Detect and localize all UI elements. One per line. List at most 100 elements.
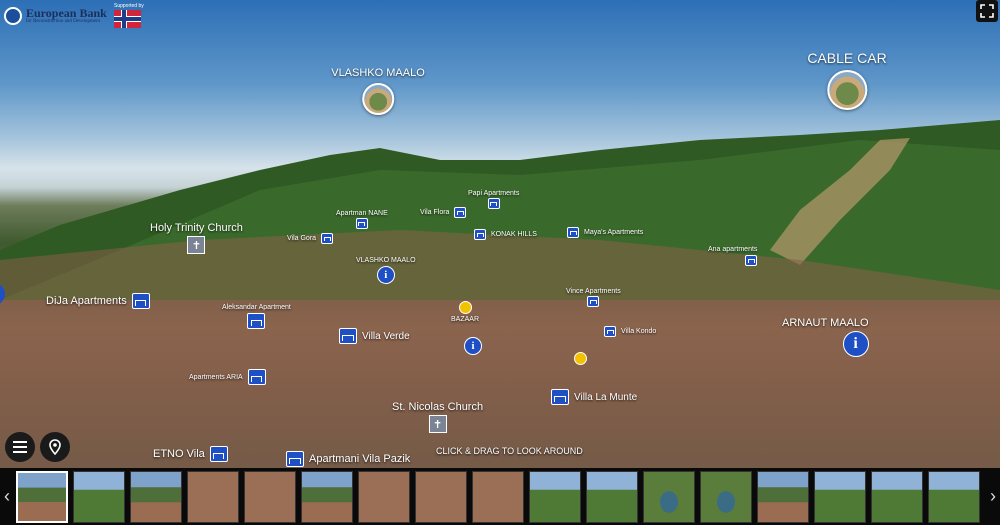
marker-label: Vila Flora [420, 209, 450, 216]
marker-label: Apartmani Vila Pazik [309, 453, 411, 465]
thumbnail-16[interactable] [928, 471, 980, 523]
thumbnail-bar: ‹ › [0, 468, 1000, 525]
location-pin-icon [49, 439, 61, 455]
hotel-icon [286, 451, 304, 467]
marker-label: Papi Apartments [468, 190, 520, 197]
thumbnail-14[interactable] [814, 471, 866, 523]
hotel-icon [587, 296, 600, 307]
thumbnail-strip[interactable] [16, 471, 984, 523]
bank-name: European Bank [26, 6, 107, 20]
thumbnail-9[interactable] [529, 471, 581, 523]
thumbnails-prev-button[interactable]: ‹ [0, 484, 14, 508]
church-icon: ✝ [428, 415, 447, 433]
thumbnail-12[interactable] [700, 471, 752, 523]
hotel-icon [474, 229, 486, 240]
marker-mayas-apartments[interactable]: Maya's Apartments [567, 227, 643, 238]
thumbnail-8[interactable] [472, 471, 524, 523]
marker-papi-apartments[interactable]: Papi Apartments [468, 190, 519, 209]
marker-arnaut-maalo[interactable]: ARNAUT MAALO i [782, 317, 869, 357]
thumbnails-next-button[interactable]: › [986, 484, 1000, 508]
hotel-icon [454, 207, 467, 218]
thumbnail-11[interactable] [643, 471, 695, 523]
hotel-icon [604, 326, 616, 337]
marker-label: Apartments ARIA [189, 373, 243, 381]
hotel-icon [355, 218, 368, 229]
marker-label: Villa Verde [362, 330, 410, 342]
marker-label: ARNAUT MAALO [782, 317, 869, 329]
hotel-icon [131, 293, 150, 309]
marker-aleksandar-apartment[interactable]: Aleksandar Apartment [222, 304, 291, 329]
marker-st-nicolas-church[interactable]: St. Nicolas Church ✝ [392, 401, 483, 433]
thumbnail-6[interactable] [358, 471, 410, 523]
marker-villa-verde[interactable]: Villa Verde [339, 328, 410, 344]
thumbnail-1[interactable] [73, 471, 125, 523]
hamburger-icon [13, 441, 27, 453]
marker-vila-flora[interactable]: Vila Flora [420, 207, 467, 218]
thumbnail-3[interactable] [187, 471, 239, 523]
thumbnail-10[interactable] [586, 471, 638, 523]
marker-villa-kondo[interactable]: Villa Kondo [604, 326, 656, 337]
marker-label: ETNO Vila [153, 448, 205, 460]
fullscreen-icon [980, 4, 994, 18]
marker-ana-apartments[interactable]: Ana apartments [708, 246, 758, 266]
ebrd-logo-icon [4, 7, 22, 25]
thumbnail-5[interactable] [301, 471, 353, 523]
hotspot-label: CABLE CAR [807, 50, 887, 66]
thumbnail-15[interactable] [871, 471, 923, 523]
marker-label: KONAK HILLS [491, 231, 537, 238]
hotel-icon [321, 233, 334, 244]
hotspot-label: VLASHKO MAALO [331, 67, 425, 79]
marker-label: Villa La Munte [574, 391, 638, 403]
menu-button[interactable] [5, 432, 35, 462]
hotel-icon [247, 313, 266, 329]
hotel-icon [551, 389, 569, 405]
marker-label: Holy Trinity Church [150, 222, 243, 234]
thumbnail-4[interactable] [244, 471, 296, 523]
marker-label: DiJa Apartments [46, 295, 127, 307]
fullscreen-button[interactable] [976, 0, 998, 22]
thumbnail-2[interactable] [130, 471, 182, 523]
info-icon: i [376, 266, 395, 284]
hotel-icon [487, 198, 500, 209]
marker-holy-trinity-church[interactable]: Holy Trinity Church ✝ [150, 222, 243, 254]
hotel-icon [209, 446, 228, 462]
supported-by-label: Supported by [114, 3, 144, 9]
walking-icon [458, 301, 472, 314]
panorama-view[interactable]: European Bank for Reconstruction and Dev… [0, 0, 1000, 468]
marker-apartmani-vila-pazik[interactable]: Apartmani Vila Pazik [286, 451, 410, 467]
hotel-icon [247, 369, 266, 385]
marker-label: BAZAAR [451, 316, 480, 323]
marker-label: Maya's Apartments [584, 229, 644, 236]
hotel-icon [339, 328, 357, 344]
norway-flag-icon [114, 10, 141, 28]
marker-label: Villa Kondo [621, 328, 657, 335]
ebrd-logo: European Bank for Reconstruction and Dev… [4, 7, 107, 25]
marker-label: VLASHKO MAALO [356, 257, 416, 264]
marker-villa-la-munte[interactable]: Villa La Munte [551, 389, 637, 405]
map-button[interactable] [40, 432, 70, 462]
hotspot-cable-car[interactable]: CABLE CAR [807, 50, 887, 110]
hotspot-vlashko-maalo[interactable]: VLASHKO MAALO [331, 67, 425, 115]
church-icon: ✝ [187, 236, 206, 254]
marker-etno-vila[interactable]: ETNO Vila [153, 446, 228, 462]
marker-vince-apartments[interactable]: Vince Apartments [566, 288, 621, 307]
info-icon: i [842, 331, 869, 357]
marker-apartments-aria[interactable]: Apartments ARIA [189, 369, 266, 385]
marker-label: St. Nicolas Church [392, 401, 484, 413]
marker-label: Vince Apartments [566, 288, 621, 295]
thumbnail-0[interactable] [16, 471, 68, 523]
marker-konak-hills[interactable]: KONAK HILLS [474, 229, 537, 240]
marker-dija-apartments[interactable]: DiJa Apartments [46, 293, 150, 309]
info-button[interactable]: i [464, 337, 482, 355]
marker-vila-gora[interactable]: Vila Gora [287, 233, 334, 244]
marker-apartman-nane[interactable]: Apartman NANE [336, 210, 388, 229]
thumbnail-13[interactable] [757, 471, 809, 523]
marker-label: Aleksandar Apartment [222, 304, 291, 311]
panorama-thumb-icon [826, 70, 867, 110]
hotel-icon [567, 227, 579, 238]
thumbnail-7[interactable] [415, 471, 467, 523]
walking-icon[interactable] [574, 352, 587, 365]
marker-bazaar[interactable]: BAZAAR [451, 301, 479, 323]
drag-hint-text: CLICK & DRAG TO LOOK AROUND [436, 446, 583, 456]
marker-vlashko-maalo[interactable]: VLASHKO MAALO i [356, 257, 416, 284]
